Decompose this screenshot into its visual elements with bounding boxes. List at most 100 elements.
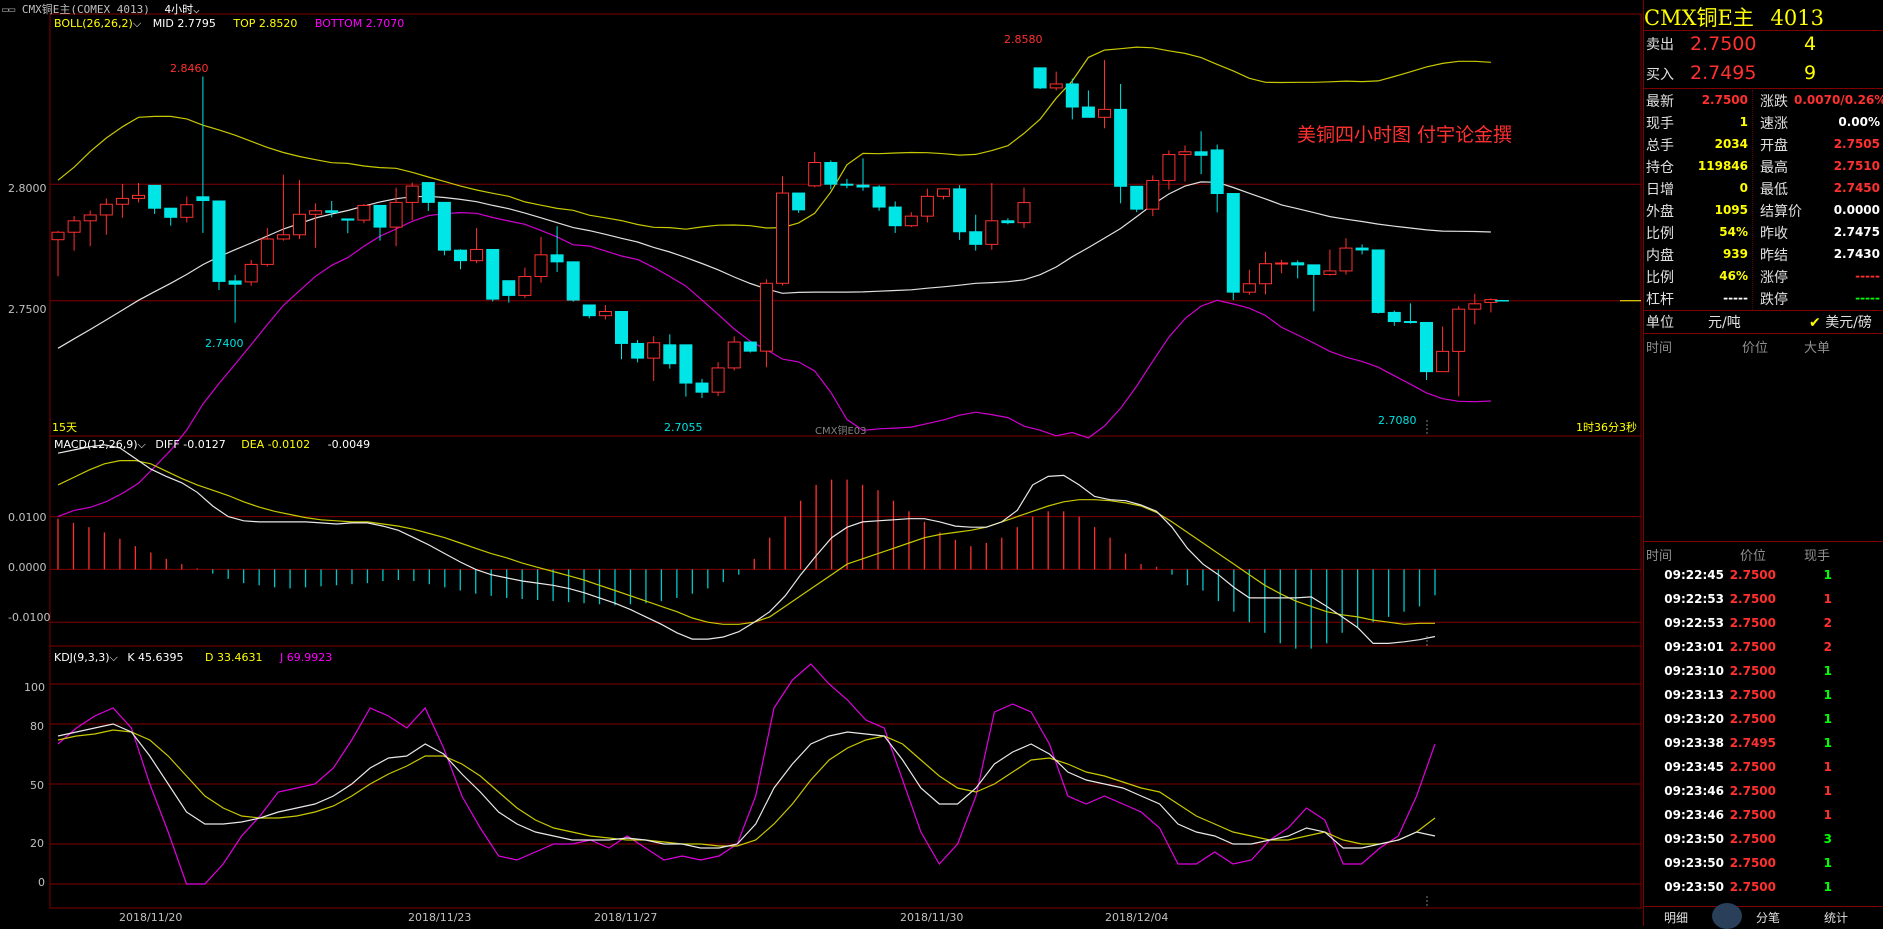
candle-body [840,183,854,186]
chevron-down-icon: ⌵ [132,17,142,30]
date-label: 2018/12/04 [1105,911,1169,924]
trade-price: 2.7500 [1729,568,1776,582]
candle-body [164,207,178,218]
trade-volume: 1 [1823,664,1832,678]
boll-legend: BOLL(26,26,2)⌵ MID 2.7795 TOP 2.8520 BOT… [54,17,404,31]
candle-body [953,188,967,233]
candle-body [1130,185,1144,210]
macd-indicator-selector[interactable]: MACD(12,26,9)⌵ [54,438,146,451]
bigorder-time-header: 时间 [1646,341,1673,356]
trade-row: 09:23:46 2.7500 1 [1644,805,1883,829]
stats-label: 最低 [1760,182,1788,198]
boll-bottom: BOTTOM 2.7070 [314,17,405,30]
stats-label: 比例 [1646,226,1674,242]
kdj-axis-label: 20 [30,837,44,850]
high-marker: 2.8460 [170,62,209,75]
trade-price: 2.7500 [1729,688,1776,702]
trade-volume: 1 [1823,760,1832,774]
candle-body [1275,262,1289,265]
trade-row: 09:23:50 2.7500 1 [1644,877,1883,901]
stats-value: 2.7505 [1833,137,1880,151]
trade-price: 2.7500 [1729,616,1776,630]
boll-mid: MID 2.7795 [152,17,216,30]
kdj-label: KDJ(9,3,3) [54,651,110,664]
candle-body [196,196,210,202]
stats-row: 日增 0 最低 2.7450 [1644,178,1883,200]
candle-body [1468,303,1482,310]
candle-body [1291,262,1305,266]
trade-row: 09:22:53 2.7500 2 [1644,613,1883,637]
kdj-indicator-selector[interactable]: KDJ(9,3,3)⌵ [54,651,118,664]
candle-body [373,204,387,228]
candle-body [1226,193,1240,293]
kdj-k: K 45.6395 [127,651,184,664]
stats-label: 涨跌 [1760,94,1788,110]
candle-body [244,263,258,283]
trade-time: 09:22:45 [1664,568,1724,582]
candle-body [51,231,65,241]
stats-label: 杠杆 [1646,292,1674,308]
candle-body [776,192,789,284]
stats-value: 0.00% [1838,115,1880,129]
candle-body [1114,108,1128,187]
trade-time: 09:23:01 [1664,640,1724,654]
trade-price: 2.7500 [1729,856,1776,870]
stats-label: 速涨 [1760,116,1788,132]
quote-header: CMX铜E主 4013 [1644,2,1824,32]
candle-body [132,194,145,199]
candle-body [470,248,484,262]
candle-body [582,304,596,317]
candle-body [824,162,838,185]
stats-label: 内盘 [1646,248,1674,264]
stats-value: 0.0000 [1833,203,1880,217]
trade-price: 2.7500 [1729,832,1776,846]
boll-indicator-selector[interactable]: BOLL(26,26,2)⌵ [54,17,141,30]
quote-panel: CMX铜E主 4013 卖出 2.7500 4 买入 2.7495 9 最新 2.… [1643,0,1883,929]
macd-axis-label: -0.0100 [8,611,51,624]
macd-panel-frame [49,435,1642,647]
window-title: CMX铜E主(COMEX 4013) [21,3,150,16]
macd-label: MACD(12,26,9) [54,438,138,451]
candle-body [309,210,323,215]
window-menu-icon[interactable]: ▭▭ [2,3,15,16]
candle-body [454,249,467,262]
candle-body [679,344,693,384]
trade-time: 09:23:46 [1664,808,1724,822]
tab-ticks[interactable]: 分笔 [1756,909,1780,926]
candle-body [647,342,661,359]
tab-stats[interactable]: 统计 [1824,909,1848,926]
stats-label: 比例 [1646,270,1674,286]
trade-price: 2.7495 [1729,736,1776,750]
kdj-j: J 69.9923 [280,651,333,664]
trade-time: 09:23:38 [1664,736,1724,750]
trade-volume: 1 [1823,592,1832,606]
bottom-tabs: 明细 分笔 统计 [1644,903,1883,929]
candle-body [534,254,548,278]
kdj-j-line [57,663,1436,885]
date-label: 2018/11/20 [119,911,183,924]
candle-body [1307,264,1321,275]
stats-label: 持仓 [1646,160,1674,176]
avatar[interactable] [1712,903,1742,929]
candle-body [1178,151,1192,156]
candle-body [856,184,870,188]
trades-price-header: 价位 [1740,549,1767,564]
trade-volume: 1 [1823,784,1832,798]
trade-volume: 1 [1823,688,1832,702]
stats-value: ----- [1723,291,1748,305]
candle-body [727,341,741,369]
unit-yuan[interactable]: 元/吨 [1708,312,1741,332]
trade-row: 09:22:45 2.7500 1 [1644,565,1883,589]
stats-row: 最新 2.7500 涨跌 0.0070/0.26% [1644,90,1883,112]
stats-label: 现手 [1646,116,1674,132]
trade-time: 09:23:20 [1664,712,1724,726]
tab-detail[interactable]: 明细 [1664,909,1688,926]
trade-price: 2.7500 [1729,592,1776,606]
watermark: CMX铜E03 [815,426,867,437]
period-selector[interactable]: 4小时⌵ [164,3,199,16]
sell-label: 卖出 [1646,37,1674,53]
unit-usd-option[interactable]: ✔ 美元/磅 [1809,312,1872,332]
kdj-d-line [57,729,1436,847]
chart-area[interactable]: ▭▭ CMX铜E主(COMEX 4013) 4小时⌵ BOLL(26,26,2)… [0,0,1643,926]
candle-body [148,184,162,209]
